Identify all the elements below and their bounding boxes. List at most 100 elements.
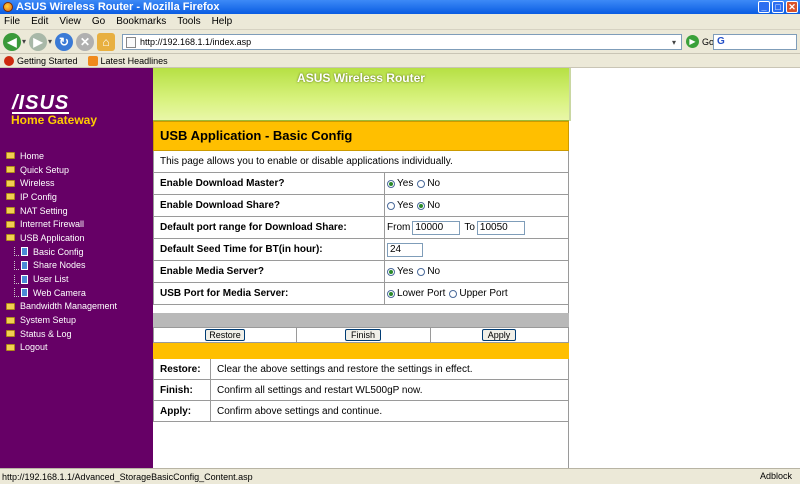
- help-text: Confirm above settings and continue.: [210, 401, 570, 421]
- page-title: USB Application - Basic Config: [153, 121, 569, 151]
- download-share-yes-radio[interactable]: [387, 201, 395, 210]
- sidebar-item-wireless[interactable]: Wireless: [6, 176, 151, 190]
- help-row-finish: Finish: Confirm all settings and restart…: [153, 380, 569, 401]
- back-icon[interactable]: ◀: [3, 32, 21, 51]
- sidebar-item-label: Wireless: [20, 178, 55, 189]
- folder-icon: [6, 179, 15, 187]
- folder-icon: [6, 166, 15, 174]
- forward-dropdown-icon[interactable]: ▾: [48, 37, 52, 46]
- menu-edit[interactable]: Edit: [31, 16, 48, 27]
- download-master-yes-radio[interactable]: [387, 179, 395, 188]
- folder-icon: [6, 330, 15, 338]
- help-header-bar: [153, 343, 569, 359]
- port-to-input[interactable]: 10050: [476, 220, 525, 235]
- lower-port-radio[interactable]: [387, 289, 395, 298]
- asus-logo: /ISUS: [12, 92, 70, 114]
- sidebar-item-home[interactable]: Home: [6, 149, 151, 163]
- sidebar-item-ip-config[interactable]: IP Config: [6, 190, 151, 204]
- home-gateway-title: Home Gateway: [11, 113, 98, 127]
- sidebar-item-label: Bandwidth Management: [20, 301, 118, 312]
- sidebar-item-share-nodes[interactable]: Share Nodes: [6, 259, 151, 273]
- menu-go[interactable]: Go: [92, 16, 105, 27]
- menu-view[interactable]: View: [59, 16, 81, 27]
- sidebar-item-label: Basic Config: [33, 246, 84, 257]
- search-input[interactable]: G: [713, 34, 797, 50]
- radio-label: No: [427, 178, 441, 189]
- bookmark-latest-headlines[interactable]: Latest Headlines: [87, 55, 168, 66]
- page-description: This page allows you to enable or disabl…: [153, 151, 569, 173]
- menu-help[interactable]: Help: [212, 16, 233, 27]
- page-icon: [21, 247, 28, 257]
- radio-label: Yes: [397, 200, 414, 211]
- adblock-button[interactable]: Adblock: [760, 471, 792, 481]
- minimize-button[interactable]: _: [758, 1, 770, 13]
- upper-port-radio[interactable]: [449, 289, 458, 298]
- sidebar-item-label: System Setup: [20, 315, 77, 326]
- button-row: Restore Finish Apply: [153, 327, 569, 343]
- google-icon: G: [717, 36, 725, 47]
- tree-line-icon: [14, 274, 19, 284]
- firefox-bookmark-icon: [4, 55, 14, 66]
- download-share-no-radio[interactable]: [417, 201, 426, 210]
- help-label: Finish:: [160, 385, 193, 396]
- bookmark-getting-started[interactable]: Getting Started: [4, 55, 78, 66]
- sidebar-item-nat-setting[interactable]: NAT Setting: [6, 204, 151, 218]
- folder-icon: [6, 316, 15, 324]
- restore-button[interactable]: Restore: [205, 329, 245, 341]
- finish-button[interactable]: Finish: [345, 329, 381, 341]
- go-button[interactable]: ▶ Go: [686, 35, 714, 48]
- window-titlebar: ASUS Wireless Router - Mozilla Firefox _…: [0, 0, 800, 14]
- download-master-no-radio[interactable]: [417, 179, 426, 188]
- help-row-restore: Restore: Clear the above settings and re…: [153, 359, 569, 380]
- folder-icon: [6, 207, 15, 215]
- bookmark-label: Getting Started: [17, 55, 78, 66]
- maximize-button[interactable]: □: [772, 1, 784, 13]
- address-dropdown-icon[interactable]: ▾: [672, 38, 676, 47]
- radio-label: No: [427, 266, 441, 277]
- sidebar-item-bandwidth-management[interactable]: Bandwidth Management: [6, 300, 151, 314]
- address-text: http://192.168.1.1/index.asp: [140, 37, 252, 47]
- folder-icon: [6, 234, 15, 242]
- menu-file[interactable]: File: [4, 16, 20, 27]
- sidebar-item-status-log[interactable]: Status & Log: [6, 327, 151, 341]
- apply-button[interactable]: Apply: [482, 329, 516, 341]
- close-button[interactable]: ✕: [786, 1, 798, 13]
- stop-icon[interactable]: ✕: [76, 32, 95, 51]
- menu-tools[interactable]: Tools: [177, 16, 200, 27]
- back-dropdown-icon[interactable]: ▾: [22, 37, 26, 46]
- sidebar-item-label: User List: [33, 274, 69, 285]
- page-icon: [21, 274, 28, 284]
- help-text: Clear the above settings and restore the…: [210, 359, 570, 379]
- status-bar: http://192.168.1.1/Advanced_StorageBasic…: [0, 468, 800, 484]
- router-header-title: ASUS Wireless Router: [297, 71, 425, 85]
- sidebar-item-internet-firewall[interactable]: Internet Firewall: [6, 217, 151, 231]
- radio-label: Lower Port: [397, 288, 446, 299]
- media-server-label: Enable Media Server?: [160, 266, 264, 277]
- router-header: ASUS Wireless Router: [153, 68, 569, 121]
- header-divider: [569, 68, 571, 121]
- forward-icon[interactable]: ▶: [29, 32, 48, 51]
- sidebar-item-label: Home: [20, 150, 45, 161]
- sidebar-item-logout[interactable]: Logout: [6, 341, 151, 355]
- sidebar-item-quick-setup[interactable]: Quick Setup: [6, 163, 151, 177]
- folder-icon: [6, 343, 15, 351]
- reload-icon[interactable]: ↻: [55, 32, 74, 51]
- home-icon[interactable]: ⌂: [97, 32, 116, 51]
- radio-label: Upper Port: [459, 288, 508, 299]
- sidebar-item-web-camera[interactable]: Web Camera: [6, 286, 151, 300]
- sidebar-item-basic-config[interactable]: Basic Config: [6, 245, 151, 259]
- sidebar-item-label: Web Camera: [33, 287, 86, 298]
- menu-bookmarks[interactable]: Bookmarks: [116, 16, 166, 27]
- go-arrow-icon: ▶: [686, 35, 699, 48]
- seed-time-input[interactable]: 24: [387, 242, 423, 257]
- media-server-no-radio[interactable]: [417, 267, 426, 276]
- port-from-input[interactable]: 10000: [412, 220, 461, 235]
- window-title: ASUS Wireless Router - Mozilla Firefox: [16, 1, 220, 13]
- address-bar[interactable]: http://192.168.1.1/index.asp: [122, 34, 682, 50]
- bookmarks-toolbar: Getting Started Latest Headlines: [0, 54, 800, 68]
- sidebar-item-usb-application[interactable]: USB Application: [6, 231, 151, 245]
- sidebar-item-user-list[interactable]: User List: [6, 272, 151, 286]
- media-server-yes-radio[interactable]: [387, 267, 395, 276]
- folder-icon: [6, 302, 15, 310]
- sidebar-item-system-setup[interactable]: System Setup: [6, 313, 151, 327]
